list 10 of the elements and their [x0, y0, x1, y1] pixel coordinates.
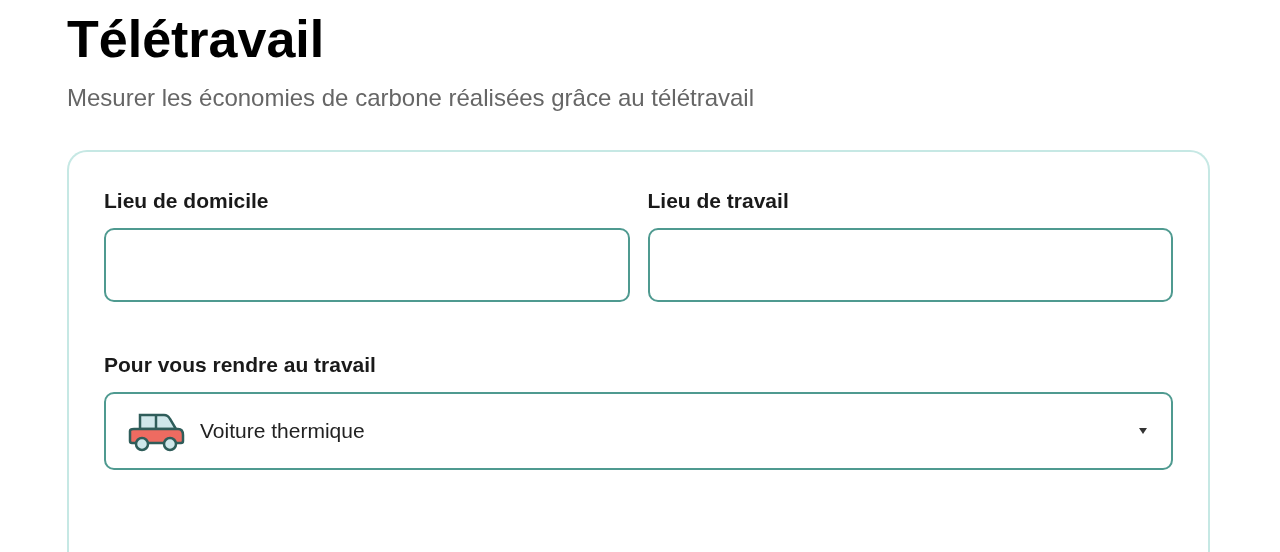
- transport-select[interactable]: Voiture thermique: [104, 392, 1173, 470]
- select-value: Voiture thermique: [200, 419, 366, 443]
- field-label: Lieu de domicile: [104, 188, 270, 214]
- input-field[interactable]: [647, 228, 1173, 302]
- field-label: Pour vous rendre au travail: [104, 353, 376, 376]
- page-title: Télétravail: [67, 9, 326, 70]
- field-label: Lieu de travail: [647, 188, 790, 214]
- dropdown-caret-icon: [1139, 428, 1147, 434]
- page-subtitle: Mesurer les économies de carbone réalisées grâce au télétravail: [67, 83, 756, 113]
- input-field[interactable]: [104, 228, 630, 302]
